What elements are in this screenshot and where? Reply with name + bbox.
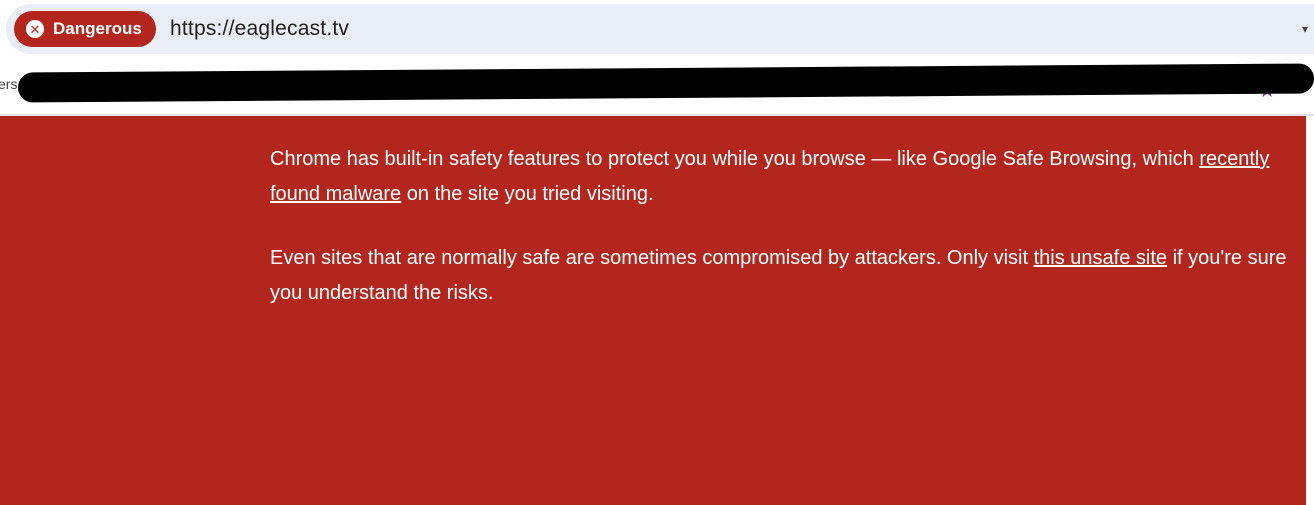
paragraph1-text: Chrome has built-in safety features to p… — [270, 148, 1200, 170]
visit-unsafe-site-link[interactable]: this unsafe site — [1034, 247, 1167, 269]
paragraph1-text-end: on the site you tried visiting. — [401, 183, 654, 205]
warning-paragraph-risk: Even sites that are normally safe are so… — [270, 241, 1306, 311]
browser-toolbar: ✕ Dangerous https://eaglecast.tv ▾ ers ★ — [0, 0, 1314, 116]
url-text[interactable]: https://eaglecast.tv — [170, 17, 349, 41]
warning-details: Chrome has built-in safety features to p… — [270, 142, 1306, 340]
dangerous-chip-label: Dangerous — [53, 19, 142, 38]
chevron-down-icon[interactable]: ▾ — [1302, 22, 1308, 36]
paragraph2-text: Even sites that are normally safe are so… — [270, 247, 1034, 269]
error-x-icon: ✕ — [26, 20, 44, 38]
omnibox[interactable]: ✕ Dangerous https://eaglecast.tv ▾ — [6, 4, 1314, 54]
warning-paragraph-safe-browsing: Chrome has built-in safety features to p… — [270, 142, 1306, 212]
dangerous-site-chip[interactable]: ✕ Dangerous — [14, 11, 156, 47]
bookmark-partial-label[interactable]: ers — [0, 76, 17, 92]
window-edge — [1306, 116, 1314, 505]
